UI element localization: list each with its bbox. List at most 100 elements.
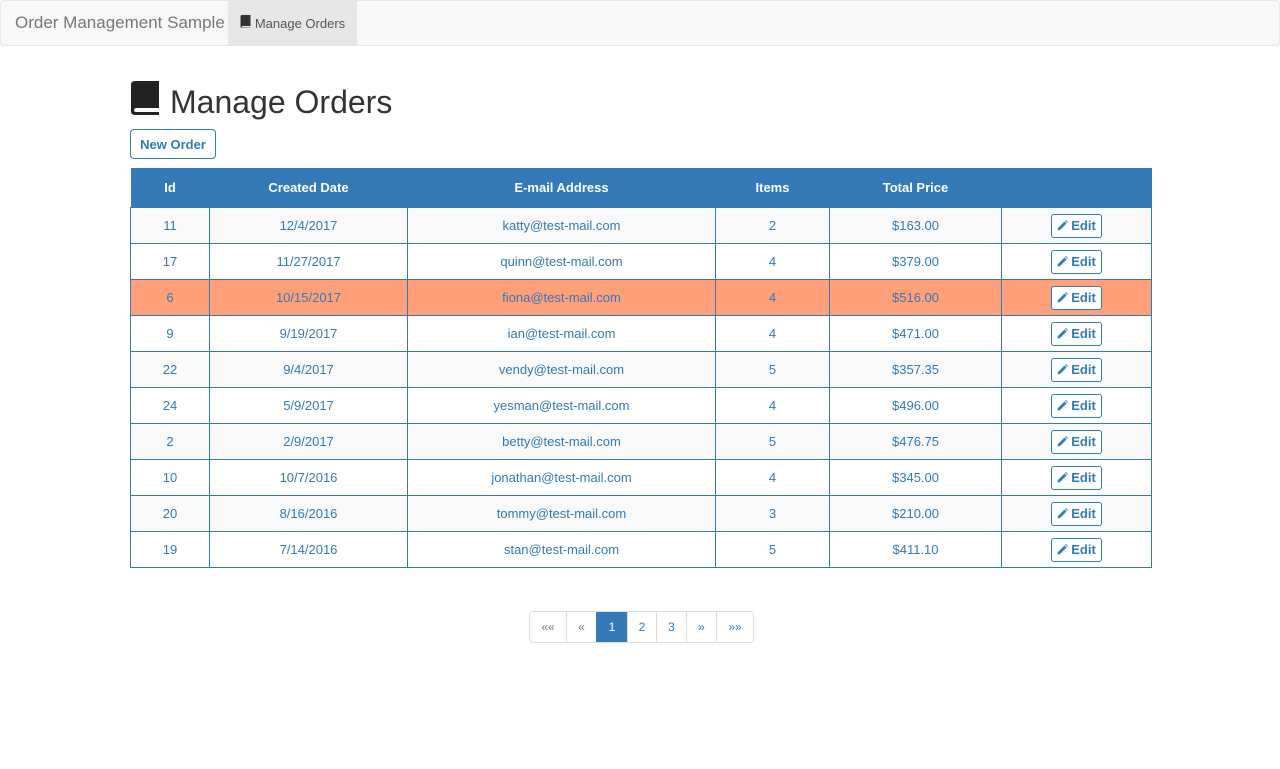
cell-total-price: $496.00: [829, 387, 1002, 424]
pagination-page-2[interactable]: 2: [627, 612, 656, 642]
pagination-next[interactable]: »: [686, 612, 716, 642]
orders-table: Id Created Date E-mail Address Items Tot…: [130, 168, 1152, 568]
column-header-email[interactable]: E-mail Address: [407, 168, 716, 208]
cell-id: 24: [130, 387, 210, 424]
cell-id: 6: [130, 279, 210, 316]
table-row[interactable]: 9 9/19/2017 ian@test-mail.com 4 $471.00 Edit: [130, 315, 1152, 352]
cell-id: 19: [130, 531, 210, 568]
book-icon: [130, 81, 160, 123]
edit-button[interactable]: Edit: [1051, 501, 1102, 526]
page-title-text: Manage Orders: [170, 83, 393, 120]
cell-created-date: 11/27/2017: [209, 243, 408, 280]
edit-button[interactable]: Edit: [1051, 537, 1102, 562]
pencil-icon: [1057, 256, 1069, 267]
edit-button-label: Edit: [1071, 290, 1096, 305]
cell-created-date: 5/9/2017: [209, 387, 408, 424]
edit-button[interactable]: Edit: [1051, 249, 1102, 274]
cell-actions: Edit: [1001, 207, 1152, 244]
cell-actions: Edit: [1001, 423, 1152, 460]
edit-button[interactable]: Edit: [1051, 393, 1102, 418]
cell-actions: Edit: [1001, 495, 1152, 532]
cell-id: 17: [130, 243, 210, 280]
cell-created-date: 10/7/2016: [209, 459, 408, 496]
cell-email: ian@test-mail.com: [407, 315, 716, 352]
edit-button[interactable]: Edit: [1051, 465, 1102, 490]
cell-items: 3: [715, 495, 830, 532]
edit-button-label: Edit: [1071, 434, 1096, 449]
table-row[interactable]: 19 7/14/2016 stan@test-mail.com 5 $411.10 Edi…: [130, 531, 1152, 568]
cell-items: 4: [715, 243, 830, 280]
pagination: «« « 1 2 3 » »»: [529, 611, 754, 643]
edit-button-label: Edit: [1071, 542, 1096, 557]
cell-total-price: $379.00: [829, 243, 1002, 280]
pencil-icon: [1057, 328, 1069, 339]
edit-button[interactable]: Edit: [1051, 429, 1102, 454]
cell-items: 4: [715, 387, 830, 424]
pagination-first[interactable]: ««: [530, 612, 566, 642]
cell-email: quinn@test-mail.com: [407, 243, 716, 280]
pencil-icon: [1057, 508, 1069, 519]
table-row[interactable]: 2 2/9/2017 betty@test-mail.com 5 $476.75 Edit: [130, 423, 1152, 460]
cell-created-date: 7/14/2016: [209, 531, 408, 568]
cell-items: 2: [715, 207, 830, 244]
pencil-icon: [1057, 544, 1069, 555]
cell-total-price: $357.35: [829, 351, 1002, 388]
cell-total-price: $210.00: [829, 495, 1002, 532]
cell-email: betty@test-mail.com: [407, 423, 716, 460]
table-row[interactable]: 20 8/16/2016 tommy@test-mail.com 3 $210.00 Ed…: [130, 495, 1152, 532]
pencil-icon: [1057, 364, 1069, 375]
cell-id: 11: [130, 207, 210, 244]
cell-items: 5: [715, 351, 830, 388]
cell-email: fiona@test-mail.com: [407, 279, 716, 316]
column-header-total-price[interactable]: Total Price: [829, 168, 1002, 208]
edit-button[interactable]: Edit: [1051, 285, 1102, 310]
cell-total-price: $471.00: [829, 315, 1002, 352]
edit-button[interactable]: Edit: [1051, 213, 1102, 238]
pagination-prev[interactable]: «: [566, 612, 596, 642]
cell-email: tommy@test-mail.com: [407, 495, 716, 532]
edit-button-label: Edit: [1071, 326, 1096, 341]
table-row[interactable]: 6 10/15/2017 fiona@test-mail.com 4 $516.00 Ed…: [130, 279, 1152, 316]
cell-actions: Edit: [1001, 387, 1152, 424]
cell-actions: Edit: [1001, 315, 1152, 352]
new-order-button[interactable]: New Order: [130, 129, 216, 159]
navbar: Order Management Sample Manage Orders: [0, 0, 1280, 46]
column-header-created-date[interactable]: Created Date: [209, 168, 408, 208]
pencil-icon: [1057, 436, 1069, 447]
column-header-items[interactable]: Items: [715, 168, 830, 208]
cell-created-date: 12/4/2017: [209, 207, 408, 244]
pagination-last[interactable]: »»: [716, 612, 753, 642]
edit-button[interactable]: Edit: [1051, 357, 1102, 382]
table-row[interactable]: 10 10/7/2016 jonathan@test-mail.com 4 $345.0…: [130, 459, 1152, 496]
column-header-id[interactable]: Id: [130, 168, 210, 208]
edit-button-label: Edit: [1071, 470, 1096, 485]
table-header-row: Id Created Date E-mail Address Items Tot…: [130, 168, 1152, 208]
cell-actions: Edit: [1001, 279, 1152, 316]
cell-items: 5: [715, 531, 830, 568]
table-row[interactable]: 22 9/4/2017 vendy@test-mail.com 5 $357.35 Edi…: [130, 351, 1152, 388]
edit-button[interactable]: Edit: [1051, 321, 1102, 346]
cell-total-price: $476.75: [829, 423, 1002, 460]
pagination-page-3[interactable]: 3: [656, 612, 686, 642]
cell-id: 10: [130, 459, 210, 496]
nav-item-manage-orders[interactable]: Manage Orders: [228, 1, 357, 45]
page-title: Manage Orders: [130, 80, 392, 124]
edit-button-label: Edit: [1071, 254, 1096, 269]
cell-id: 22: [130, 351, 210, 388]
pagination-page-1[interactable]: 1: [596, 612, 627, 642]
cell-actions: Edit: [1001, 243, 1152, 280]
edit-button-label: Edit: [1071, 218, 1096, 233]
cell-email: katty@test-mail.com: [407, 207, 716, 244]
cell-created-date: 10/15/2017: [209, 279, 408, 316]
table-row[interactable]: 17 11/27/2017 quinn@test-mail.com 4 $379.00 E…: [130, 243, 1152, 280]
pencil-icon: [1057, 220, 1069, 231]
brand-link[interactable]: Order Management Sample: [15, 13, 225, 33]
table-row[interactable]: 24 5/9/2017 yesman@test-mail.com 4 $496.00 Ed…: [130, 387, 1152, 424]
cell-items: 4: [715, 459, 830, 496]
table-row[interactable]: 11 12/4/2017 katty@test-mail.com 2 $163.00 Ed…: [130, 207, 1152, 244]
cell-id: 9: [130, 315, 210, 352]
cell-items: 4: [715, 315, 830, 352]
column-header-actions: [1001, 168, 1152, 208]
cell-created-date: 8/16/2016: [209, 495, 408, 532]
cell-total-price: $163.00: [829, 207, 1002, 244]
